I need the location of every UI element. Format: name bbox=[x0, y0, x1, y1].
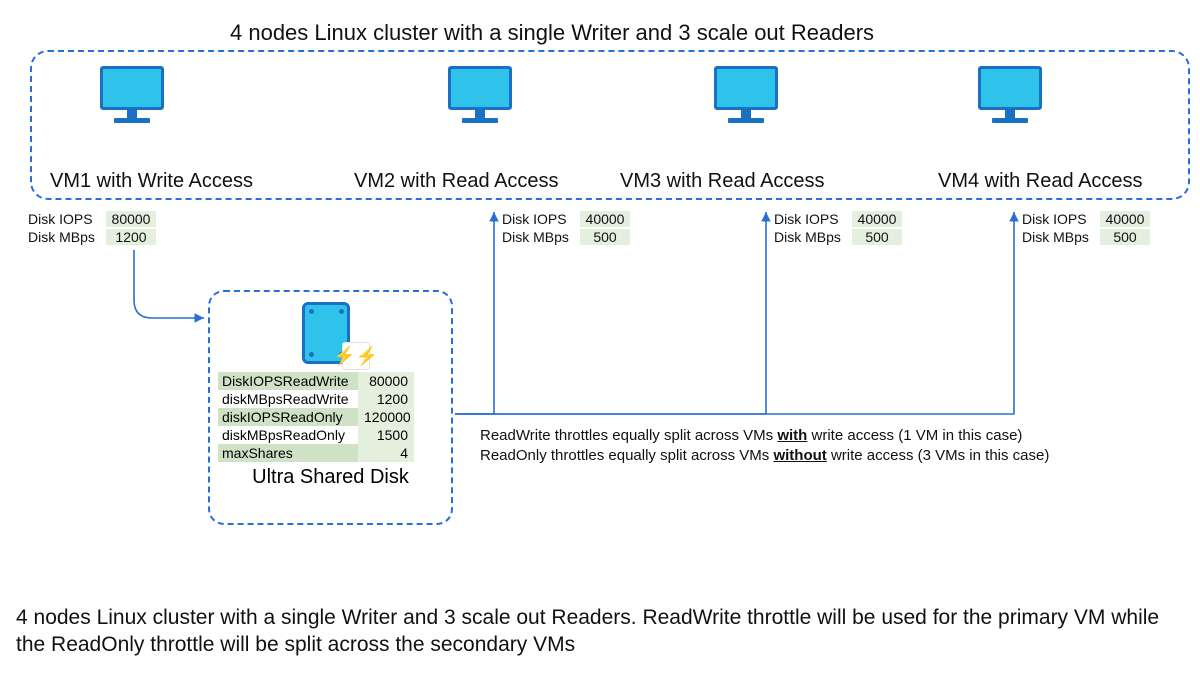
prop-val: 120000 bbox=[358, 408, 414, 426]
vm3 bbox=[714, 66, 778, 120]
stat-value: 40000 bbox=[1100, 211, 1150, 227]
ultra-disk-container: ⚡⚡ DiskIOPSReadWrite80000 diskMBpsReadWr… bbox=[208, 290, 453, 525]
vm3-stats: Disk IOPS 40000 Disk MBps 500 bbox=[774, 211, 902, 247]
stat-label: Disk MBps bbox=[502, 229, 574, 245]
stat-value: 1200 bbox=[106, 229, 156, 245]
stat-label: Disk IOPS bbox=[502, 211, 574, 227]
vm3-label: VM3 with Read Access bbox=[620, 170, 825, 193]
prop-val: 4 bbox=[358, 444, 414, 462]
monitor-icon bbox=[448, 66, 512, 114]
stat-value: 40000 bbox=[852, 211, 902, 227]
stat-value: 80000 bbox=[106, 211, 156, 227]
prop-key: diskMBpsReadWrite bbox=[218, 390, 358, 408]
stat-value: 40000 bbox=[580, 211, 630, 227]
stat-label: Disk MBps bbox=[774, 229, 846, 245]
stat-label: Disk IOPS bbox=[1022, 211, 1094, 227]
lightning-icon: ⚡⚡ bbox=[342, 342, 370, 370]
vm1-stats: Disk IOPS 80000 Disk MBps 1200 bbox=[28, 211, 156, 247]
stat-value: 500 bbox=[1100, 229, 1150, 245]
stat-label: Disk MBps bbox=[1022, 229, 1094, 245]
vm2-stats: Disk IOPS 40000 Disk MBps 500 bbox=[502, 211, 630, 247]
vm4 bbox=[978, 66, 1042, 120]
disk-icon: ⚡⚡ bbox=[302, 302, 360, 364]
vm4-label: VM4 with Read Access bbox=[938, 170, 1143, 193]
stat-value: 500 bbox=[580, 229, 630, 245]
prop-val: 80000 bbox=[358, 372, 414, 390]
prop-key: maxShares bbox=[218, 444, 358, 462]
throttle-notes: ReadWrite throttles equally split across… bbox=[480, 426, 1049, 467]
vm2-label: VM2 with Read Access bbox=[354, 170, 559, 193]
prop-key: DiskIOPSReadWrite bbox=[218, 372, 358, 390]
stat-label: Disk IOPS bbox=[28, 211, 100, 227]
stat-value: 500 bbox=[852, 229, 902, 245]
vm2 bbox=[448, 66, 512, 120]
monitor-icon bbox=[714, 66, 778, 114]
figure-caption: 4 nodes Linux cluster with a single Writ… bbox=[16, 604, 1186, 659]
monitor-icon bbox=[978, 66, 1042, 114]
diagram-title: 4 nodes Linux cluster with a single Writ… bbox=[230, 20, 874, 46]
vm1-label: VM1 with Write Access bbox=[50, 170, 253, 193]
vm4-stats: Disk IOPS 40000 Disk MBps 500 bbox=[1022, 211, 1150, 247]
prop-val: 1200 bbox=[358, 390, 414, 408]
prop-key: diskIOPSReadOnly bbox=[218, 408, 358, 426]
monitor-icon bbox=[100, 66, 164, 114]
vm1 bbox=[100, 66, 164, 120]
disk-label: Ultra Shared Disk bbox=[210, 466, 451, 489]
prop-key: diskMBpsReadOnly bbox=[218, 426, 358, 444]
stat-label: Disk MBps bbox=[28, 229, 100, 245]
disk-props-table: DiskIOPSReadWrite80000 diskMBpsReadWrite… bbox=[218, 372, 443, 462]
prop-val: 1500 bbox=[358, 426, 414, 444]
stat-label: Disk IOPS bbox=[774, 211, 846, 227]
